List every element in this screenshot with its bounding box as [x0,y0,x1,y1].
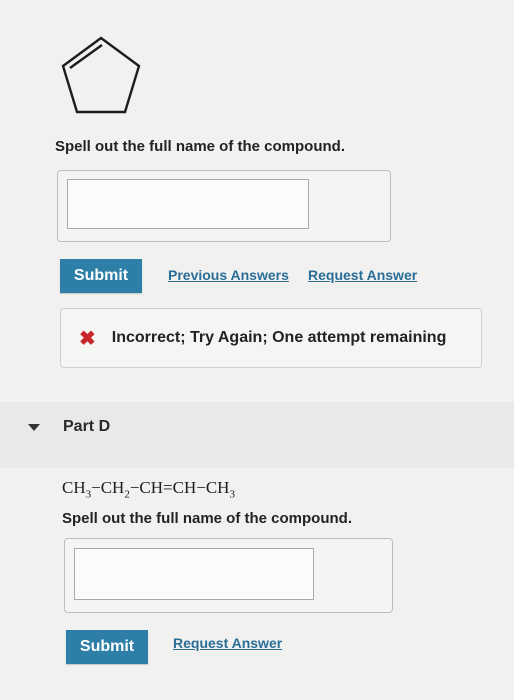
part-d-label[interactable]: Part D [63,418,110,436]
question-prompt: Spell out the full name of the compound. [55,138,345,155]
submit-button-d[interactable]: Submit [66,630,148,664]
request-answer-link-d[interactable]: Request Answer [173,635,282,651]
formula-part: −CH=CH−CH [129,478,230,497]
compound-name-input-d[interactable] [74,548,314,600]
compound-name-input[interactable] [67,179,309,229]
caret-down-icon[interactable] [28,424,40,431]
x-mark-icon: ✖ [79,327,96,350]
question-prompt-d: Spell out the full name of the compound. [62,510,352,527]
submit-button[interactable]: Submit [60,259,142,293]
cyclopentene-structure [61,36,141,114]
chemical-formula: CH3−CH2−CH=CH−CH3 [62,478,235,500]
formula-subscript: 3 [229,488,235,501]
answer-container [57,170,391,242]
feedback-text: Incorrect; Try Again; One attempt remain… [111,329,447,346]
answer-container-d [64,538,393,613]
request-answer-link[interactable]: Request Answer [308,267,417,283]
formula-part: CH [62,478,86,497]
feedback-message: ✖ Incorrect; Try Again; One attempt rema… [60,308,482,368]
previous-answers-link[interactable]: Previous Answers [168,267,289,283]
formula-part: −CH [91,478,125,497]
